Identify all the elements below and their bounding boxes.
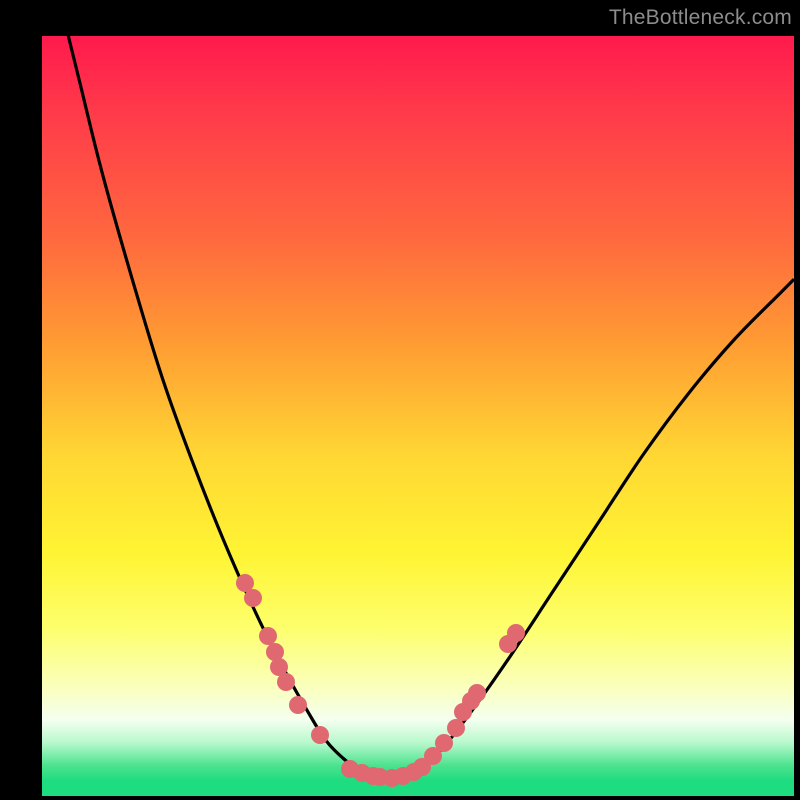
bottleneck-curve	[42, 36, 794, 796]
data-point	[277, 673, 295, 691]
data-point	[435, 734, 453, 752]
data-point	[289, 696, 307, 714]
chart-frame: TheBottleneck.com	[0, 0, 800, 800]
data-point	[244, 589, 262, 607]
plot-area	[42, 36, 794, 796]
data-point	[311, 726, 329, 744]
data-point	[507, 624, 525, 642]
watermark-text: TheBottleneck.com	[609, 6, 792, 30]
data-point	[468, 684, 486, 702]
